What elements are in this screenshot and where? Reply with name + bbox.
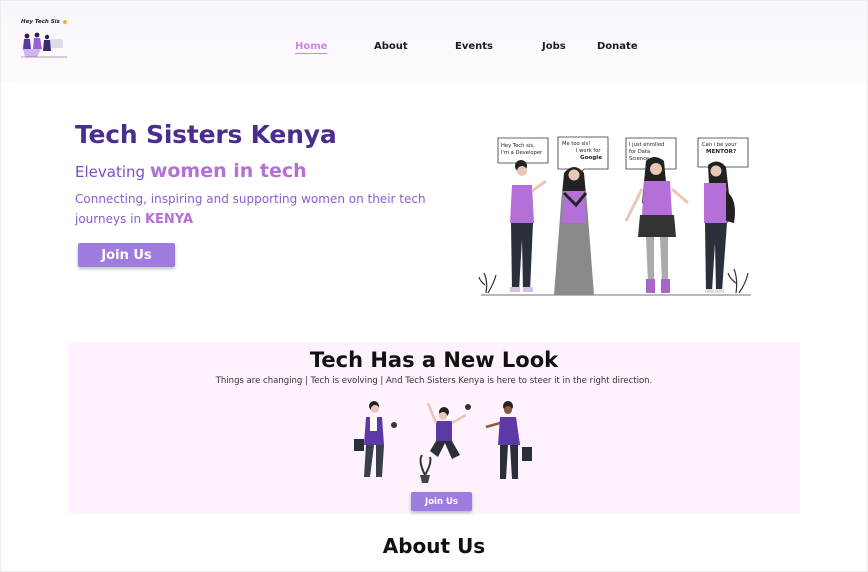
figure-walking-left [354,401,397,477]
hero-description: Connecting, inspiring and supporting wom… [75,189,465,230]
hero-title: Tech Sisters Kenya [75,120,337,149]
plant-right [727,268,749,294]
woman-1 [510,160,547,292]
new-look-join-button[interactable]: Join Us [411,492,472,511]
nav-jobs[interactable]: Jobs [542,41,566,52]
new-look-title: Tech Has a New Look [309,348,559,372]
woman-3 [624,157,689,293]
hero-illustration: Hey Tech sis, I'm a Developer Me too sis… [478,136,751,296]
nav-about[interactable]: About [374,41,408,52]
bubble-1-line-1: Hey Tech sis, [501,143,535,149]
logo[interactable]: Hey Tech Sis [21,19,69,61]
figure-jumping [419,402,471,483]
bubble-3-line-1: I just enrolled [629,142,664,148]
bubble-1-line-2: I'm a Developer [501,150,543,156]
bubble-2-line-1: Me too sis! [562,141,590,147]
about-us-heading: About Us [382,534,486,558]
bubble-4-line-2: MENTOR? [706,149,736,155]
nav-home[interactable]: Home [295,41,328,54]
new-look-section: Tech Has a New Look Things are changing … [68,342,800,514]
nav-donate[interactable]: Donate [597,41,638,52]
bubble-4-line-1: Can i be your [702,142,737,148]
join-us-button[interactable]: Join Us [78,243,175,267]
hero-description-text: Connecting, inspiring and supporting wom… [75,192,426,226]
navbar: Hey Tech Sis Home About Events Jobs Dona… [1,1,867,83]
logo-illustration [21,20,67,58]
figure-walking-right [485,401,532,479]
bubble-3-line-2: for Data [629,149,650,155]
hero-subtitle-highlight: women in tech [149,160,307,182]
woman-2 [554,167,594,295]
bubble-2-line-2: I work for [576,148,601,154]
nav-events[interactable]: Events [455,41,493,52]
plant-left [478,272,497,294]
bubble-2-line-3: Google [580,155,602,161]
hero-subtitle-lead: Elevating [75,163,146,181]
new-look-illustration [354,401,532,483]
speech-bubble-2: Me too sis! I work for Google [557,136,609,176]
woman-4 [704,161,735,293]
new-look-tagline: Things are changing | Tech is evolving |… [215,376,653,386]
hero-description-highlight: KENYA [144,212,194,227]
hero-subtitle: Elevating women in tech [75,160,307,182]
